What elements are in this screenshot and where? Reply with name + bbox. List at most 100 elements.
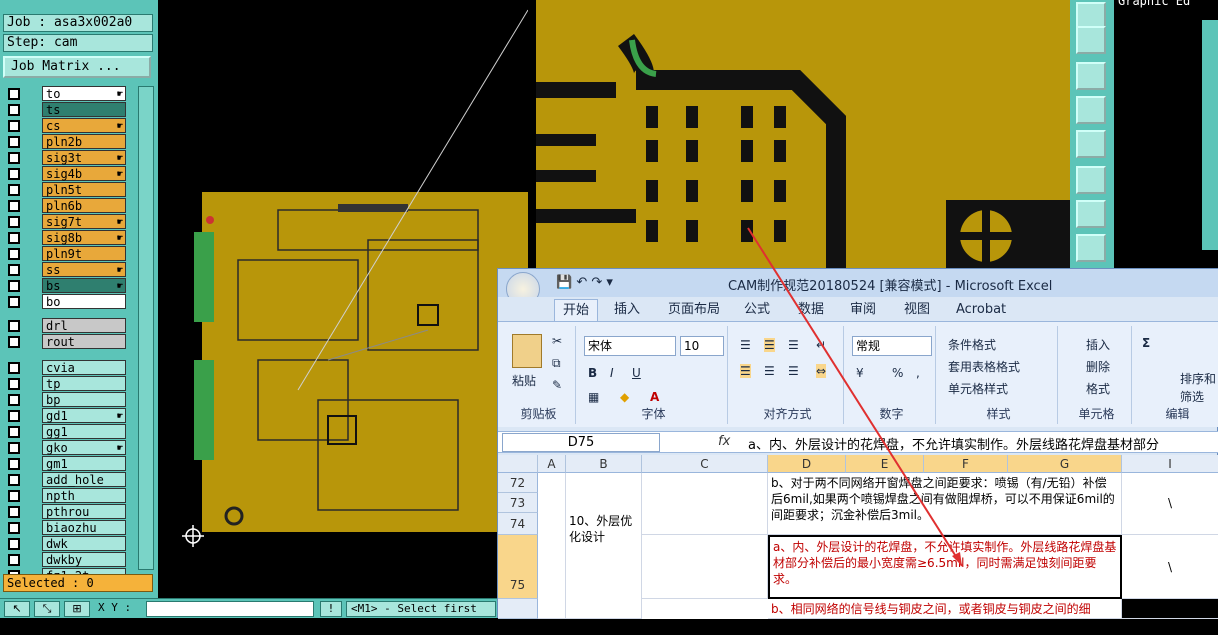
- border-icon[interactable]: ▦: [588, 390, 599, 404]
- layer-checkbox[interactable]: [8, 120, 20, 132]
- layer-row-pln2b[interactable]: pln2b: [4, 134, 126, 150]
- layer-name[interactable]: sig3t ☛: [42, 150, 126, 165]
- format-painter-icon[interactable]: ✎: [552, 378, 562, 392]
- layer-checkbox[interactable]: [8, 248, 20, 260]
- layer-row-ts[interactable]: ts: [4, 102, 126, 118]
- layer-row-cs[interactable]: cs ☛: [4, 118, 126, 134]
- layer-name[interactable]: npth: [42, 488, 126, 503]
- cell-a[interactable]: [538, 473, 566, 619]
- paste-button[interactable]: 粘贴: [512, 372, 536, 389]
- layer-name[interactable]: pthrou: [42, 504, 126, 519]
- align-top-icon[interactable]: ☰: [740, 338, 751, 352]
- zoom-window-icon[interactable]: [1076, 234, 1106, 262]
- sort-button[interactable]: 排序和: [1180, 370, 1216, 387]
- measure-tool-icon[interactable]: ⤡: [34, 601, 60, 617]
- layer-checkbox[interactable]: [8, 538, 20, 550]
- layer-checkbox[interactable]: [8, 320, 20, 332]
- align-bottom-icon[interactable]: ☰: [788, 338, 799, 352]
- row-header-72[interactable]: 72: [498, 473, 538, 493]
- filter-button[interactable]: 筛选: [1180, 388, 1204, 405]
- merge-cells-icon[interactable]: ⇔: [816, 364, 827, 378]
- layer-name[interactable]: pln6b: [42, 198, 126, 213]
- graphic-canvas[interactable]: [158, 0, 529, 598]
- layer-name[interactable]: ss ☛: [42, 262, 126, 277]
- col-header-a[interactable]: A: [538, 455, 566, 473]
- layer-checkbox[interactable]: [8, 264, 20, 276]
- layer-checkbox[interactable]: [8, 458, 20, 470]
- layer-checkbox[interactable]: [8, 410, 20, 422]
- worksheet-grid[interactable]: A B C D E F G I 72 73 74 75 10、外层优化设计 b、…: [498, 455, 1218, 619]
- layer-name[interactable]: cs ☛: [42, 118, 126, 133]
- layer-checkbox[interactable]: [8, 378, 20, 390]
- conditional-format-button[interactable]: 条件格式: [948, 336, 996, 353]
- cell-d-72[interactable]: b、对于两不同网络开窗焊盘之间距要求：喷锡（有/无铅）补偿后6mil,如果两个喷…: [768, 473, 1122, 535]
- layer-checkbox[interactable]: [8, 184, 20, 196]
- layer-name[interactable]: biaozhu: [42, 520, 126, 535]
- underline-button[interactable]: U: [632, 366, 641, 380]
- pan-right-icon[interactable]: [1076, 130, 1106, 158]
- layer-row-drl[interactable]: drl: [4, 318, 126, 334]
- layer-row-gd1[interactable]: gd1 ☛: [4, 408, 126, 424]
- layer-row-npth[interactable]: npth: [4, 488, 126, 504]
- font-name-select[interactable]: 宋体: [584, 336, 676, 356]
- layer-checkbox[interactable]: [8, 200, 20, 212]
- layer-row-gm1[interactable]: gm1: [4, 456, 126, 472]
- col-header-b[interactable]: B: [566, 455, 642, 473]
- align-center-icon[interactable]: ☰: [764, 364, 775, 378]
- delete-button[interactable]: 删除: [1086, 358, 1110, 375]
- percent-button[interactable]: %: [892, 366, 903, 380]
- wrap-text-icon[interactable]: ↵: [816, 338, 826, 352]
- grid-tool-icon[interactable]: ⊞: [64, 601, 90, 617]
- layer-name[interactable]: pln9t: [42, 246, 126, 261]
- layer-checkbox[interactable]: [8, 88, 20, 100]
- cell-d-75[interactable]: a、内、外层设计的花焊盘，不允许填实制作。外层线路花焊盘基材部分补偿后的最小宽度…: [768, 535, 1122, 599]
- layer-checkbox[interactable]: [8, 522, 20, 534]
- layer-name[interactable]: pln5t: [42, 182, 126, 197]
- cut-icon[interactable]: ✂: [552, 334, 562, 348]
- layer-row-rout[interactable]: rout: [4, 334, 126, 350]
- layer-checkbox[interactable]: [8, 296, 20, 308]
- zoom-board-view[interactable]: [536, 0, 1070, 270]
- layer-row-pln5t[interactable]: pln5t: [4, 182, 126, 198]
- xy-input[interactable]: [146, 601, 314, 617]
- col-header-c[interactable]: C: [642, 455, 768, 473]
- select-tool-icon[interactable]: ↖: [4, 601, 30, 617]
- layer-name[interactable]: rout: [42, 334, 126, 349]
- tab-3[interactable]: 公式: [744, 299, 770, 321]
- align-middle-icon[interactable]: ☰: [764, 338, 775, 352]
- layer-name[interactable]: dwkby: [42, 552, 126, 567]
- zoom-fit-icon[interactable]: [1076, 166, 1106, 194]
- col-header-e[interactable]: E: [846, 455, 924, 473]
- autosum-icon[interactable]: Σ: [1142, 336, 1150, 350]
- layer-name[interactable]: ts: [42, 102, 126, 117]
- cell-styles-button[interactable]: 单元格样式: [948, 380, 1008, 397]
- layer-row-gg1[interactable]: gg1: [4, 424, 126, 440]
- layer-name[interactable]: sig4b ☛: [42, 166, 126, 181]
- layer-checkbox[interactable]: [8, 554, 20, 566]
- layer-checkbox[interactable]: [8, 104, 20, 116]
- layer-row-sig4b[interactable]: sig4b ☛: [4, 166, 126, 182]
- tab-2[interactable]: 页面布局: [668, 299, 720, 321]
- copy-icon[interactable]: ⧉: [552, 356, 561, 371]
- align-left-icon[interactable]: ☰: [740, 364, 751, 378]
- layer-checkbox[interactable]: [8, 152, 20, 164]
- job-matrix-button[interactable]: Job Matrix ...: [3, 56, 151, 78]
- layer-checkbox[interactable]: [8, 442, 20, 454]
- layer-row-tp[interactable]: tp: [4, 376, 126, 392]
- layer-name[interactable]: drl: [42, 318, 126, 333]
- layer-row-sig7t[interactable]: sig7t ☛: [4, 214, 126, 230]
- cell-i-72[interactable]: \: [1122, 473, 1218, 535]
- layer-row-ss[interactable]: ss ☛: [4, 262, 126, 278]
- fx-icon[interactable]: fx: [718, 434, 730, 449]
- layer-checkbox[interactable]: [8, 426, 20, 438]
- layer-name[interactable]: bo: [42, 294, 126, 309]
- layer-name[interactable]: gm1: [42, 456, 126, 471]
- layer-row-pthrou[interactable]: pthrou: [4, 504, 126, 520]
- layer-checkbox[interactable]: [8, 394, 20, 406]
- layer-checkbox[interactable]: [8, 232, 20, 244]
- number-format-select[interactable]: 常规: [852, 336, 932, 356]
- editor-side-toolbar[interactable]: [1202, 20, 1218, 250]
- layer-row-sig3t[interactable]: sig3t ☛: [4, 150, 126, 166]
- col-header-g[interactable]: G: [1008, 455, 1122, 473]
- tab-4[interactable]: 数据: [798, 299, 824, 321]
